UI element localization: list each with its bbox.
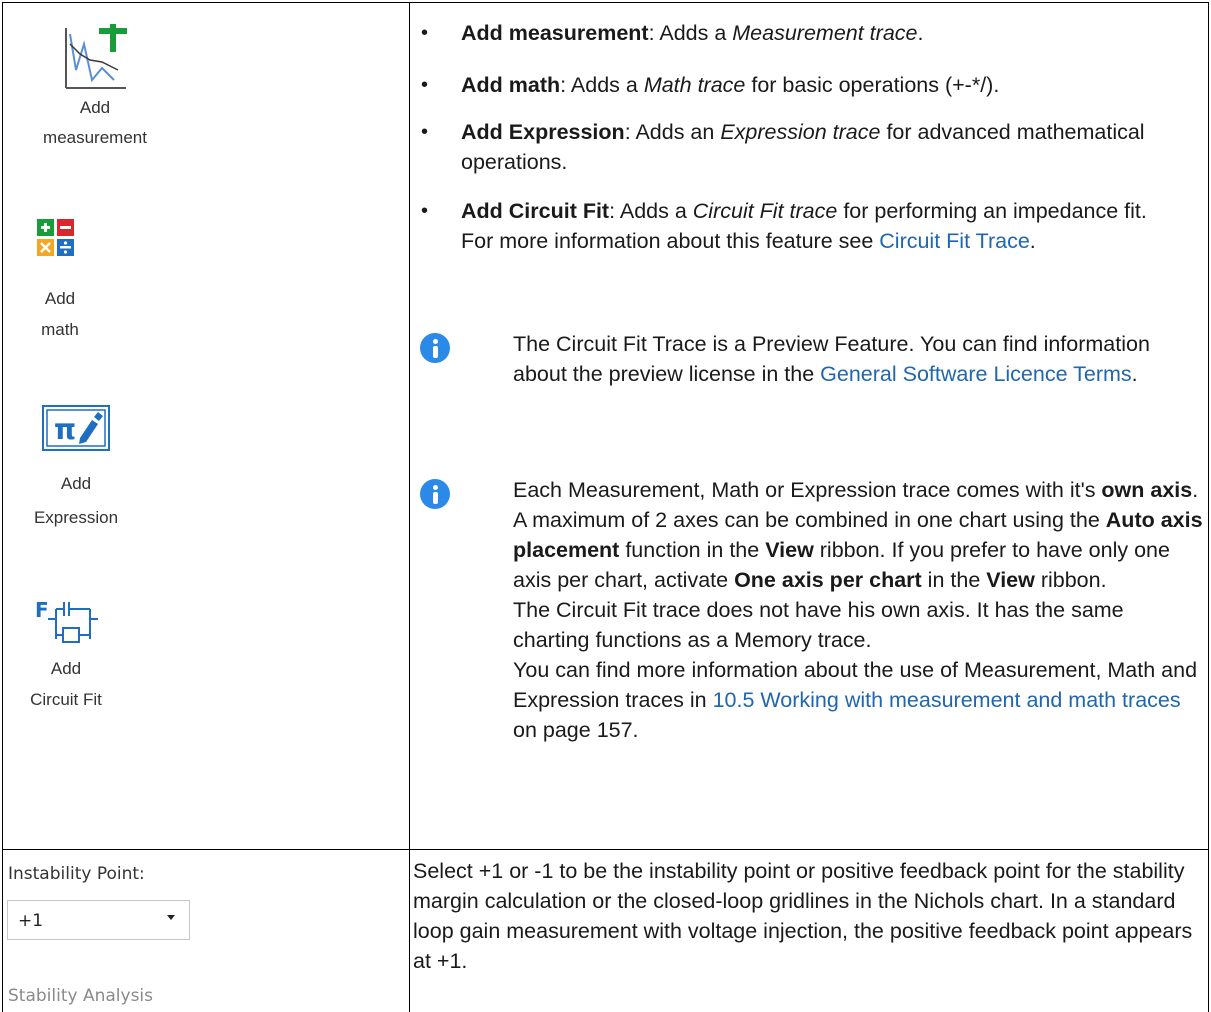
- bullet-italic: Math trace: [643, 73, 746, 97]
- bullet-bold: Add Expression: [461, 120, 625, 144]
- svg-text:π: π: [54, 413, 76, 446]
- instability-description: Select +1 or -1 to be the instability po…: [413, 859, 1193, 973]
- bullet-add-circuit-fit: Add Circuit Fit: Adds a Circuit Fit trac…: [461, 196, 1161, 256]
- bullet-italic: Expression trace: [720, 120, 881, 144]
- bullet-text: : Adds a: [560, 73, 644, 97]
- circuit-fit-icon: F: [35, 598, 98, 643]
- note-bold: One axis per chart: [734, 568, 922, 592]
- note-text: The Circuit Fit trace does not have his …: [513, 598, 1124, 652]
- bullet-italic: Circuit Fit trace: [692, 199, 838, 223]
- add-math-label-line1: Add: [44, 289, 76, 308]
- note-bold: View: [765, 538, 814, 562]
- pi-pencil-icon: π: [42, 405, 110, 451]
- stability-analysis-group-label: Stability Analysis: [8, 986, 154, 1006]
- note-own-axis: Each Measurement, Math or Expression tra…: [513, 475, 1203, 745]
- bullet-bold: Add Circuit Fit: [461, 199, 610, 223]
- add-math-label-line2: math: [41, 320, 79, 339]
- add-expression-label-line2: Expression: [33, 508, 119, 527]
- bullet-italic: Measurement trace: [732, 21, 918, 45]
- bullet-marker: •: [421, 74, 429, 96]
- bullet-marker: •: [421, 22, 429, 44]
- note-text: ribbon.: [1034, 568, 1107, 592]
- bullet-text: : Adds an: [624, 120, 721, 144]
- instability-point-dropdown[interactable]: +1: [7, 900, 190, 940]
- note-text: .: [1131, 362, 1138, 386]
- table-border-left: [2, 2, 3, 1012]
- note-text: function in the: [619, 538, 766, 562]
- instability-point-label: Instability Point:: [8, 864, 145, 884]
- info-icon: [420, 479, 450, 509]
- note-text: Each Measurement, Math or Expression tra…: [513, 478, 1102, 502]
- bullet-marker: •: [421, 200, 429, 222]
- add-circuit-fit-label-line2: Circuit Fit: [30, 690, 102, 709]
- note-bold: own axis: [1101, 478, 1193, 502]
- bullet-text: .: [917, 21, 924, 45]
- bullet-add-math: Add math: Adds a Math trace for basic op…: [461, 70, 1191, 100]
- bullet-text: .: [1029, 229, 1036, 253]
- working-with-traces-link[interactable]: 10.5 Working with measurement and math t…: [713, 688, 1181, 712]
- table-row-divider: [2, 849, 1209, 850]
- bullet-bold: Add measurement: [461, 21, 649, 45]
- bullet-marker: •: [421, 121, 429, 143]
- bullet-text: : Adds a: [609, 199, 693, 223]
- svg-text:F: F: [35, 598, 49, 622]
- bullet-add-expression: Add Expression: Adds an Expression trace…: [461, 117, 1161, 177]
- add-expression-label-line1: Add: [60, 474, 92, 493]
- instability-point-value: +1: [18, 911, 44, 931]
- measurement-chart-icon: [65, 24, 127, 89]
- info-icon: [420, 333, 450, 363]
- general-software-licence-terms-link[interactable]: General Software Licence Terms: [820, 362, 1132, 386]
- circuit-fit-trace-link[interactable]: Circuit Fit Trace: [879, 229, 1030, 253]
- add-measurement-label-line2: measurement: [43, 128, 147, 147]
- add-measurement-label-line1: Add: [79, 98, 111, 117]
- table-border-top: [2, 2, 1209, 3]
- bullet-bold: Add math: [461, 73, 561, 97]
- bullet-text: : Adds a: [648, 21, 733, 45]
- bullet-text: for basic operations (+-*/).: [745, 73, 1000, 97]
- add-circuit-fit-label-line1: Add: [50, 659, 82, 678]
- note-preview-feature: The Circuit Fit Trace is a Preview Featu…: [513, 329, 1203, 389]
- note-bold: View: [986, 568, 1035, 592]
- note-text: in the: [921, 568, 987, 592]
- math-operations-icon: [37, 219, 74, 256]
- table-column-divider: [409, 2, 410, 1012]
- chevron-down-icon: [167, 915, 175, 920]
- note-text: on page 157.: [513, 718, 639, 742]
- bullet-add-measurement: Add measurement: Adds a Measurement trac…: [461, 18, 1191, 48]
